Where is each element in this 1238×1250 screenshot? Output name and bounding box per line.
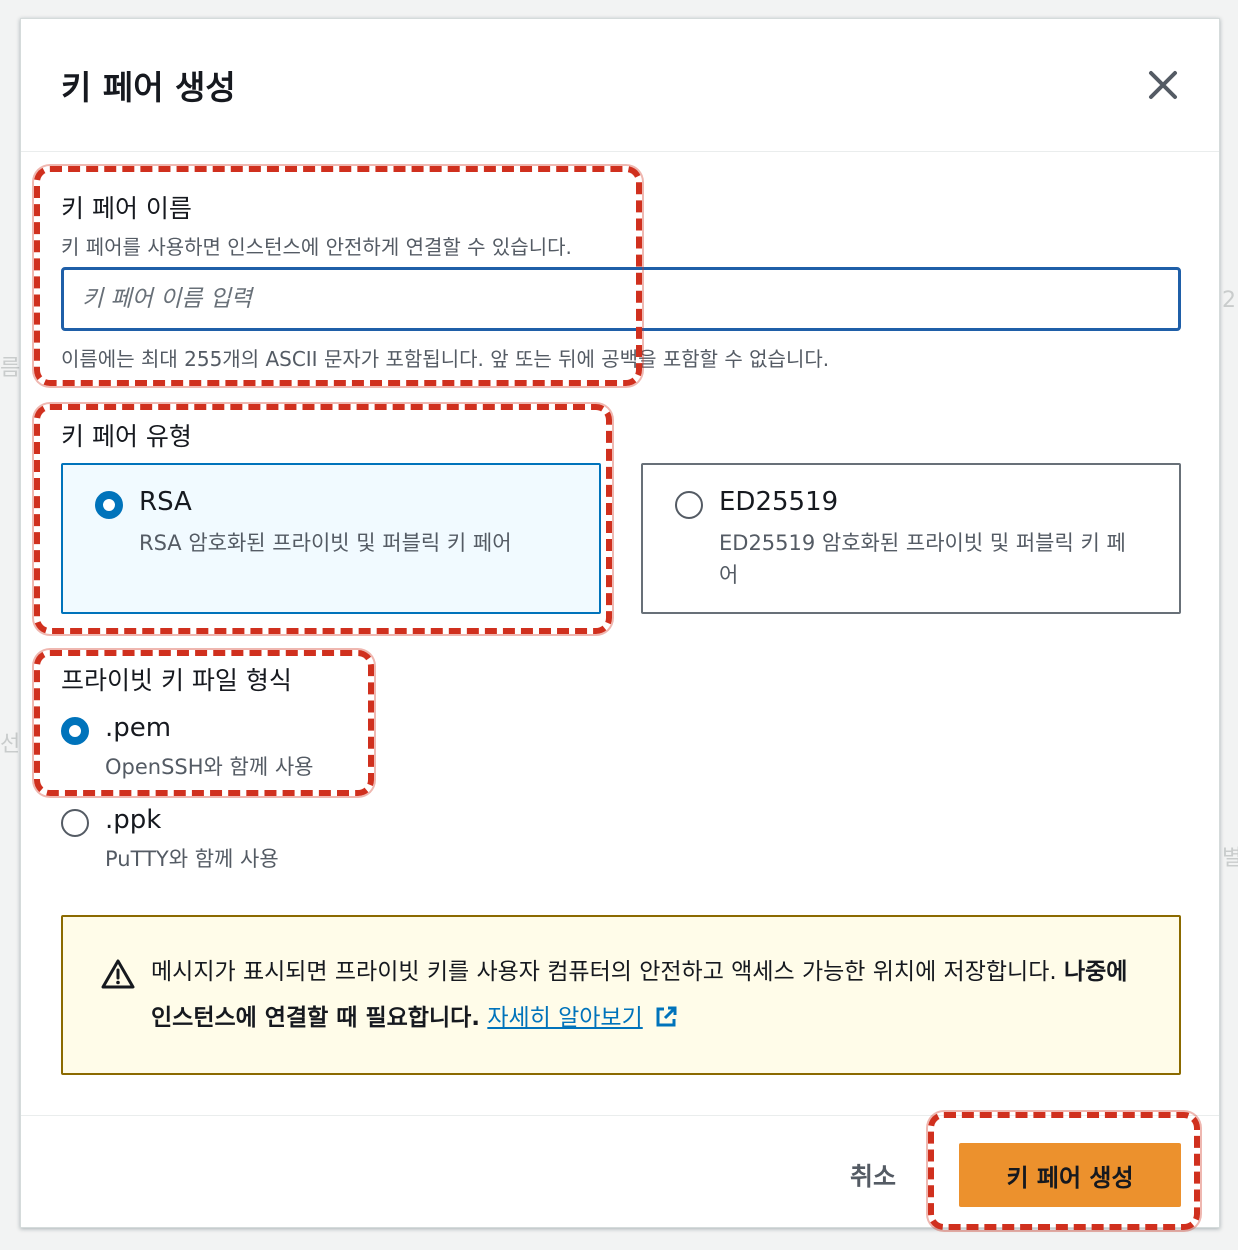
learn-more-link[interactable]: 자세히 알아보기 [487, 1005, 642, 1031]
key-type-option-ed25519[interactable]: ED25519 ED25519 암호화된 프라이빗 및 퍼블릭 키 페어 [641, 463, 1181, 614]
highlight-annotation [928, 1112, 1200, 1230]
highlight-annotation [34, 166, 642, 386]
background-fragment: 별 [1222, 846, 1238, 871]
dialog-header: 키 페어 생성 [21, 19, 1219, 152]
ed25519-radio[interactable] [675, 491, 703, 519]
highlight-annotation [34, 404, 612, 634]
ppk-description: PuTTY와 함께 사용 [105, 847, 279, 871]
ppk-title: .ppk [105, 805, 162, 835]
save-key-warning-alert: 메시지가 표시되면 프라이빗 키를 사용자 컴퓨터의 안전하고 액세스 가능한 … [61, 915, 1181, 1075]
ed25519-title: ED25519 [719, 487, 839, 517]
ed25519-description: ED25519 암호화된 프라이빗 및 퍼블릭 키 페어 [719, 531, 1126, 587]
background-fragment: 름 [0, 356, 21, 381]
highlight-annotation [34, 650, 374, 796]
warning-icon [101, 959, 135, 993]
ppk-radio[interactable] [61, 809, 89, 837]
cancel-button[interactable]: 취소 [833, 1155, 913, 1195]
external-link-icon[interactable] [654, 999, 678, 1045]
close-icon[interactable] [1141, 63, 1185, 107]
alert-text-plain: 메시지가 표시되면 프라이빗 키를 사용자 컴퓨터의 안전하고 액세스 가능한 … [151, 959, 1057, 985]
dialog-title: 키 페어 생성 [61, 68, 236, 107]
alert-message: 메시지가 표시되면 프라이빗 키를 사용자 컴퓨터의 안전하고 액세스 가능한 … [151, 949, 1151, 1045]
background-fragment: 선 [0, 732, 21, 757]
background-fragment: 2 [1222, 288, 1236, 313]
